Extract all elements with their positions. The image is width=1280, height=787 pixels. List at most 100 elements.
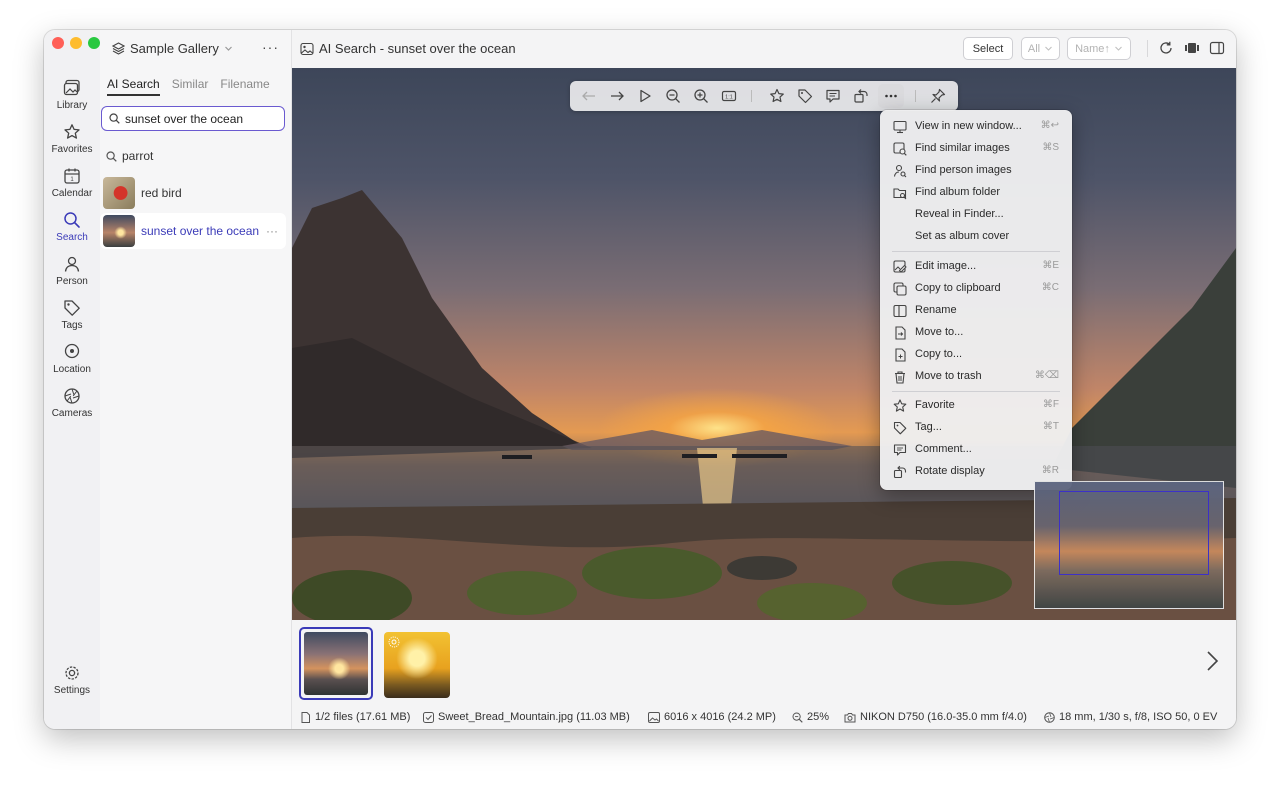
status-exposure: 18 mm, 1/30 s, f/8, ISO 50, 0 EV bbox=[1044, 711, 1217, 723]
chevron-down-icon bbox=[1045, 46, 1052, 51]
menu-item-find-similar[interactable]: Find similar images ⌘S bbox=[880, 138, 1072, 160]
sort-label: Name↑ bbox=[1075, 42, 1110, 55]
menu-item-label: Move to... bbox=[915, 326, 964, 338]
result-more-button[interactable]: ··· bbox=[266, 224, 278, 238]
toolbar-divider bbox=[1147, 40, 1148, 57]
rail-item-favorites[interactable]: Favorites bbox=[44, 123, 100, 155]
rail-item-person[interactable]: Person bbox=[44, 255, 100, 287]
rail-item-library[interactable]: Library bbox=[44, 79, 100, 111]
minimize-window-button[interactable] bbox=[70, 37, 82, 49]
menu-item-find-album-folder[interactable]: Find album folder bbox=[880, 182, 1072, 204]
chevron-right-icon[interactable] bbox=[1204, 650, 1220, 672]
menu-item-copy-to[interactable]: Copy to... bbox=[880, 344, 1072, 366]
pin-icon[interactable] bbox=[930, 88, 946, 104]
filter-label: All bbox=[1027, 42, 1041, 55]
slideshow-icon[interactable] bbox=[1184, 40, 1200, 56]
search-result-item[interactable]: red bird bbox=[100, 175, 286, 211]
aperture-icon bbox=[1044, 711, 1055, 723]
view-title-text: AI Search - sunset over the ocean bbox=[319, 41, 516, 56]
menu-item-comment[interactable]: Comment... bbox=[880, 439, 1072, 461]
menu-item-shortcut: ⌘⌫ bbox=[1034, 370, 1059, 381]
tab-ai-search[interactable]: AI Search bbox=[107, 77, 160, 96]
more-actions-button[interactable] bbox=[878, 84, 904, 108]
suggestion-item[interactable]: parrot bbox=[106, 149, 153, 163]
arrow-right-icon[interactable] bbox=[609, 88, 625, 104]
settings-label: Settings bbox=[53, 685, 91, 696]
navigator-minimap[interactable] bbox=[1034, 481, 1224, 609]
menu-item-shortcut: ⌘E bbox=[1042, 260, 1059, 271]
rail-item-settings[interactable]: Settings bbox=[44, 664, 100, 696]
close-window-button[interactable] bbox=[52, 37, 64, 49]
status-exposure-text: 18 mm, 1/30 s, f/8, ISO 50, 0 EV bbox=[1059, 711, 1218, 723]
image-viewer[interactable]: 1:1 View in new window... ⌘↩ Find simila… bbox=[292, 68, 1236, 620]
search-query: sunset over the ocean bbox=[125, 111, 244, 126]
sort-select[interactable]: Name↑ bbox=[1067, 37, 1131, 60]
filmstrip-thumbnail[interactable] bbox=[299, 627, 373, 700]
tab-filename[interactable]: Filename bbox=[220, 77, 269, 96]
refresh-icon[interactable] bbox=[1158, 40, 1174, 56]
search-result-item[interactable]: sunset over the ocean ··· bbox=[100, 213, 286, 249]
filmstrip-thumbnail[interactable] bbox=[384, 632, 450, 698]
gallery-switcher[interactable]: Sample Gallery bbox=[112, 41, 233, 56]
menu-item-label: Edit image... bbox=[915, 260, 977, 272]
menu-item-label: Comment... bbox=[915, 443, 972, 455]
search-input[interactable]: sunset over the ocean bbox=[101, 106, 285, 131]
tab-similar[interactable]: Similar bbox=[172, 77, 209, 96]
app-window: Library Favorites 1 Calendar Search Pers… bbox=[44, 30, 1236, 729]
rail-item-location[interactable]: Location bbox=[44, 343, 100, 375]
menu-item-label: Favorite bbox=[915, 399, 955, 411]
svg-text:1:1: 1:1 bbox=[725, 95, 733, 101]
location-pin-icon bbox=[64, 343, 80, 359]
menu-item-find-person[interactable]: Find person images bbox=[880, 160, 1072, 182]
minimap-viewport[interactable] bbox=[1059, 491, 1209, 575]
rail-item-cameras[interactable]: Cameras bbox=[44, 387, 100, 419]
menu-item-favorite[interactable]: Favorite ⌘F bbox=[880, 395, 1072, 417]
checkbox-icon bbox=[423, 711, 434, 723]
menu-item-shortcut: ⌘F bbox=[1042, 399, 1059, 410]
menu-item-tag[interactable]: Tag... ⌘T bbox=[880, 417, 1072, 439]
calendar-icon: 1 bbox=[64, 168, 80, 184]
sidebar-toggle-icon[interactable] bbox=[1209, 40, 1225, 56]
rail-label: Search bbox=[56, 232, 88, 243]
actual-size-icon[interactable]: 1:1 bbox=[721, 88, 737, 104]
tag-icon bbox=[893, 421, 907, 435]
menu-item-shortcut: ⌘S bbox=[1042, 142, 1059, 153]
menu-item-rotate-display[interactable]: Rotate display ⌘R bbox=[880, 461, 1072, 483]
zoom-window-button[interactable] bbox=[88, 37, 100, 49]
result-label: sunset over the ocean bbox=[141, 224, 260, 238]
rail-item-search[interactable]: Search bbox=[44, 211, 100, 243]
menu-item-view-in-new-window[interactable]: View in new window... ⌘↩ bbox=[880, 116, 1072, 138]
menu-item-label: Find album folder bbox=[915, 186, 1000, 198]
menu-item-edit-image[interactable]: Edit image... ⌘E bbox=[880, 256, 1072, 278]
menu-item-move-to-trash[interactable]: Move to trash ⌘⌫ bbox=[880, 366, 1072, 388]
toolbar-divider bbox=[915, 90, 916, 102]
zoom-out-icon[interactable] bbox=[665, 88, 681, 104]
tag-icon[interactable] bbox=[797, 88, 813, 104]
menu-item-move-to[interactable]: Move to... bbox=[880, 322, 1072, 344]
status-zoom: 25% bbox=[792, 711, 829, 723]
image-search-icon bbox=[893, 142, 907, 156]
monitor-icon bbox=[893, 120, 907, 134]
comment-icon[interactable] bbox=[825, 88, 841, 104]
gallery-more-button[interactable]: ··· bbox=[262, 39, 279, 55]
menu-item-rename[interactable]: Rename bbox=[880, 300, 1072, 322]
image-icon bbox=[648, 711, 660, 723]
menu-item-shortcut: ⌘R bbox=[1041, 465, 1059, 476]
status-filename-text: Sweet_Bread_Mountain.jpg (11.03 MB) bbox=[438, 711, 630, 723]
rail-item-tags[interactable]: Tags bbox=[44, 299, 100, 331]
rotate-icon[interactable] bbox=[853, 88, 869, 104]
filter-select[interactable]: All bbox=[1021, 37, 1060, 60]
select-button[interactable]: Select bbox=[963, 37, 1013, 60]
menu-item-set-album-cover[interactable]: Set as album cover bbox=[880, 226, 1072, 248]
arrow-left-icon[interactable] bbox=[581, 88, 597, 104]
menu-item-copy-to-clipboard[interactable]: Copy to clipboard ⌘C bbox=[880, 278, 1072, 300]
menu-item-label: Move to trash bbox=[915, 370, 982, 382]
rail-item-calendar[interactable]: 1 Calendar bbox=[44, 167, 100, 199]
play-icon[interactable] bbox=[637, 88, 653, 104]
zoom-in-icon[interactable] bbox=[693, 88, 709, 104]
menu-item-reveal-in-finder[interactable]: Reveal in Finder... bbox=[880, 204, 1072, 226]
star-icon[interactable] bbox=[769, 88, 785, 104]
menu-item-shortcut: ⌘↩ bbox=[1040, 120, 1059, 131]
live-photo-icon bbox=[388, 636, 400, 648]
search-sidebar: Sample Gallery ··· AI Search Similar Fil… bbox=[100, 30, 292, 729]
